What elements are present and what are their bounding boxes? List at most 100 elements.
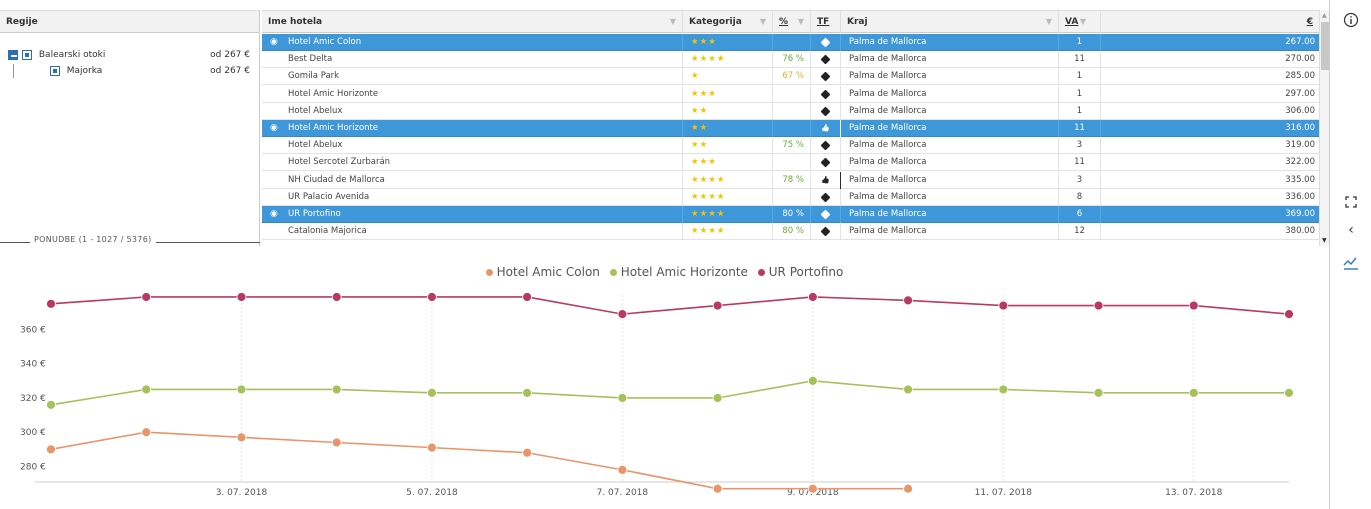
tag-icon [811, 137, 841, 155]
hotel-location: Palma de Mallorca [841, 120, 1059, 137]
table-row[interactable]: Hotel Amic Colon ◉ ★★★ Palma de Mallorca 1 26… [262, 34, 1319, 51]
tree-item-price: od 267 € [210, 66, 250, 76]
tree-connector [13, 63, 23, 78]
series-line [50, 431, 909, 490]
data-point [712, 393, 723, 403]
data-point [522, 292, 533, 302]
table-row[interactable]: Hotel Abelux ★★ 75 % Palma de Mallorca 3 319.… [262, 137, 1319, 155]
table-row[interactable]: Hotel Amic Horizonte ◉ ★★ 👍 Palma de Mallorc… [262, 120, 1319, 137]
fullscreen-icon[interactable] [1330, 196, 1371, 211]
hotel-location: Palma de Mallorca [841, 51, 1059, 69]
hotel-va: 11 [1059, 120, 1101, 137]
data-point [141, 427, 152, 438]
eye-icon[interactable]: ◉ [270, 206, 278, 223]
col-header-percent[interactable]: % ▼ [773, 11, 811, 33]
y-tick-label: 300 € [20, 428, 46, 438]
hotel-price: 369.00 [1285, 209, 1315, 219]
table-row[interactable]: UR Portofino ◉ ★★★★ 80 % Palma de Mallorca 6 3… [262, 206, 1319, 223]
col-header-category[interactable]: Kategorija ▼ [683, 11, 773, 33]
x-tick-label: 13. 07. 2018 [1165, 488, 1223, 498]
data-point [617, 464, 628, 475]
data-point [903, 483, 913, 494]
hotel-name[interactable]: Gomila Park [262, 68, 683, 86]
col-header-location[interactable]: Kraj ▼ [841, 11, 1059, 33]
hotel-location: Palma de Mallorca [841, 34, 1059, 51]
hotel-name[interactable]: Best Delta [262, 51, 683, 69]
table-row[interactable]: UR Palacio Avenida ★★★★ Palma de Mallorca 8… [262, 188, 1319, 206]
data-point [903, 384, 913, 395]
hotel-category-stars: ★★★ [683, 154, 773, 172]
checkbox-icon[interactable] [49, 65, 60, 76]
table-row[interactable]: Catalonia Majorica ★★★★ 80 % Palma de Mallo… [262, 223, 1319, 241]
data-point [427, 442, 437, 453]
table-row[interactable]: Hotel Amic Horizonte ★★★ Palma de Mallorca… [262, 85, 1319, 103]
hotel-va: 11 [1059, 154, 1101, 172]
scroll-thumb[interactable] [1321, 22, 1329, 70]
hotel-name[interactable]: Hotel Sercotel Zurbarán [262, 154, 683, 172]
table-row[interactable]: Best Delta ★★★★ 76 % Palma de Mallorca 11 270… [262, 51, 1319, 69]
scroll-down-icon[interactable]: ▼ [1322, 237, 1327, 244]
price-chart: Hotel Amic Colon Hotel Amic Horizonte UR… [0, 255, 1329, 509]
hotel-name[interactable]: Hotel Amic Horizonte ◉ [262, 120, 683, 137]
table-row[interactable]: Hotel Sercotel Zurbarán ★★★ Palma de Mallo… [262, 154, 1319, 172]
hotel-name[interactable]: Hotel Amic Horizonte [262, 85, 683, 103]
data-point [522, 447, 533, 458]
hotel-name[interactable]: UR Portofino ◉ [262, 206, 683, 223]
col-header-tf[interactable]: TF [811, 11, 841, 33]
tree-item-label: Majorka [66, 66, 103, 76]
tree-item-label: Balearski otoki [38, 50, 106, 60]
data-point [141, 292, 152, 302]
data-point [807, 483, 818, 494]
hotel-va: 8 [1059, 188, 1101, 206]
hotel-price: 297.00 [1285, 88, 1315, 99]
hotel-price: 335.00 [1285, 174, 1315, 185]
table-row[interactable]: Hotel Abelux ★★ Palma de Mallorca 1 306.00 [262, 102, 1319, 120]
hotel-location: Palma de Mallorca [841, 223, 1059, 241]
filter-icon: ▼ [1079, 17, 1086, 26]
hotel-name[interactable]: UR Palacio Avenida [262, 188, 683, 206]
hotel-name[interactable]: Catalonia Majorica [262, 223, 683, 241]
data-point [141, 384, 152, 395]
info-icon[interactable] [1330, 12, 1371, 31]
hotel-name[interactable]: Hotel Abelux [262, 137, 683, 155]
tag-icon [811, 51, 841, 69]
checkbox-icon[interactable] [22, 49, 32, 60]
x-tick-label: 11. 07. 2018 [975, 488, 1033, 498]
table-row[interactable]: NH Ciudad de Mallorca ★★★★ 78 % 👍 Palma de M… [262, 171, 1319, 189]
data-point [1188, 387, 1199, 398]
x-tick-label: 5. 07. 2018 [406, 488, 458, 498]
col-header-va[interactable]: VA ▼ [1059, 11, 1101, 33]
data-point [903, 295, 913, 306]
hotel-name[interactable]: Hotel Amic Colon ◉ [262, 34, 683, 51]
hotel-rating-percent: 75 % [773, 137, 811, 155]
col-header-price[interactable]: € [1101, 11, 1319, 33]
scroll-up-icon[interactable]: ▲ [1322, 12, 1327, 19]
hotel-name[interactable]: Hotel Abelux [262, 102, 683, 120]
chevron-left-icon[interactable]: ‹ [1330, 222, 1371, 238]
data-point [712, 300, 723, 311]
tag-icon [811, 188, 841, 206]
tree-item-majorka[interactable]: Majorka od 267 € [8, 63, 258, 79]
hotel-va: 6 [1059, 206, 1101, 223]
table-scrollbar[interactable]: ▲ ▼ [1319, 10, 1329, 246]
hotel-location: Palma de Mallorca [841, 85, 1059, 103]
collapse-icon[interactable] [8, 49, 18, 60]
data-point [331, 292, 342, 302]
y-tick-label: 280 € [20, 462, 46, 472]
data-point [236, 384, 247, 395]
chart-icon[interactable] [1330, 256, 1371, 273]
col-header-name[interactable]: Ime hotela ▼ [262, 11, 683, 33]
eye-icon[interactable]: ◉ [270, 34, 278, 51]
filter-icon: ▼ [669, 17, 676, 26]
table-header: Ime hotela ▼ Kategorija ▼ % ▼ TF Kraj ▼ VA ▼ … [262, 11, 1319, 33]
table-row[interactable]: Gomila Park ★ 67 % Palma de Mallorca 1 285.00 [262, 68, 1319, 86]
filter-icon: ▼ [759, 17, 766, 26]
hotel-rating-percent [773, 188, 811, 206]
hotel-price: 319.00 [1285, 140, 1315, 151]
hotel-rating-percent: 80 % [773, 206, 811, 223]
hotel-name[interactable]: NH Ciudad de Mallorca [262, 171, 683, 189]
eye-icon[interactable]: ◉ [270, 120, 278, 137]
hotel-price: 306.00 [1285, 105, 1315, 116]
y-tick-label: 360 € [20, 326, 46, 336]
tree-item-balearic[interactable]: Balearski otoki od 267 € [8, 47, 258, 63]
